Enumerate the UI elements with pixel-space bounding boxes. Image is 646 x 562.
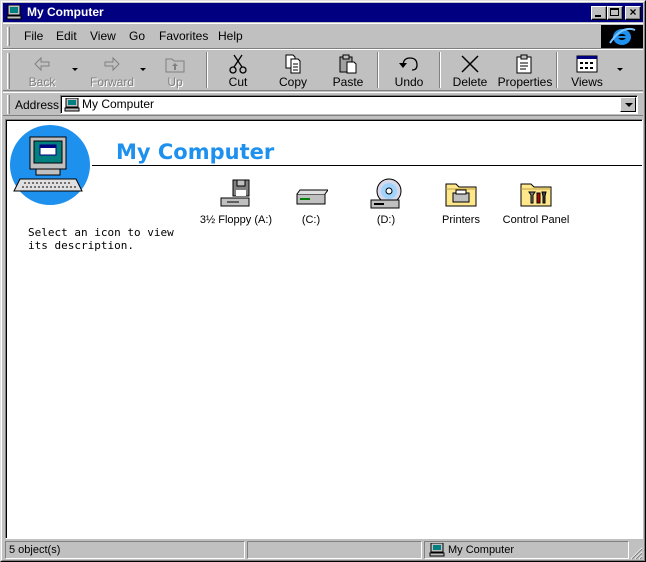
menu-bar-grip[interactable] — [7, 27, 10, 46]
menu-file[interactable]: File — [24, 29, 43, 43]
folder-item-control-panel[interactable]: Control Panel — [496, 178, 576, 227]
title-bar[interactable]: My Computer × — [3, 3, 643, 22]
paste-button[interactable]: Paste — [322, 52, 374, 90]
undo-label: Undo — [394, 75, 424, 89]
copy-pages-icon — [285, 54, 301, 74]
paste-label: Paste — [332, 75, 364, 89]
cut-label: Cut — [228, 75, 248, 89]
address-label: Address — [15, 98, 60, 112]
internet-explorer-logo — [601, 25, 643, 48]
close-icon: × — [629, 5, 637, 19]
cd-drive-icon — [370, 178, 402, 209]
delete-label: Delete — [452, 75, 488, 89]
up-folder-icon — [165, 58, 185, 73]
menu-bar: File Edit View Go Favorites Help — [3, 23, 643, 49]
drive-label: (C:) — [301, 214, 321, 226]
printers-folder-icon — [445, 183, 477, 207]
back-arrow-icon — [34, 56, 50, 72]
status-location: My Computer — [448, 544, 515, 556]
back-dropdown-arrow-icon[interactable] — [72, 68, 78, 71]
delete-x-icon — [461, 55, 479, 73]
menu-favorites[interactable]: Favorites — [159, 29, 208, 43]
forward-arrow-icon — [104, 56, 120, 72]
folder-view[interactable]: My Computer Select an icon to view its d… — [5, 119, 643, 539]
folder-item-printers[interactable]: Printers — [421, 178, 501, 227]
control-panel-folder-icon — [520, 183, 552, 207]
toolbar-separator — [439, 52, 441, 88]
up-label: Up — [167, 75, 183, 89]
my-computer-icon — [6, 5, 22, 20]
ie-logo-icon — [609, 27, 636, 45]
toolbar-grip[interactable] — [7, 53, 10, 89]
explorer-window: My Computer × File Edit View Go Favorite… — [0, 0, 646, 562]
undo-arrow-icon — [399, 57, 418, 71]
properties-label: Properties — [497, 75, 553, 89]
delete-button[interactable]: Delete — [448, 52, 492, 90]
address-dropdown-button[interactable] — [620, 97, 636, 112]
maximize-button[interactable] — [607, 6, 623, 20]
my-computer-small-icon — [429, 543, 445, 557]
forward-button[interactable]: Forward — [85, 52, 139, 90]
resize-grip-icon[interactable] — [629, 546, 643, 560]
chevron-down-icon — [625, 103, 633, 107]
drive-item-d[interactable]: (D:) — [346, 178, 426, 227]
menu-view[interactable]: View — [90, 29, 116, 43]
drive-label: (D:) — [376, 214, 396, 226]
status-panel-count: 5 object(s) — [5, 541, 245, 559]
hard-drive-icon — [296, 189, 328, 205]
scissors-icon — [229, 54, 247, 74]
status-bar: 5 object(s) My Computer — [3, 540, 643, 560]
item-description: Select an icon to view its description. — [28, 226, 174, 252]
floppy-drive-icon — [220, 179, 250, 207]
toolbar-separator — [206, 52, 208, 88]
drive-label: 3½ Floppy (A:) — [199, 214, 273, 226]
views-label: Views — [571, 75, 603, 89]
forward-label: Forward — [89, 75, 134, 89]
back-button[interactable]: Back — [17, 52, 67, 90]
drive-item-floppy[interactable]: 3½ Floppy (A:) — [196, 178, 276, 227]
heading-divider — [92, 165, 642, 166]
clipboard-paste-icon — [339, 54, 357, 74]
folder-heading: My Computer — [116, 140, 275, 164]
address-bar: Address My Computer — [3, 92, 643, 116]
folder-label: Control Panel — [502, 214, 570, 226]
up-button[interactable]: Up — [153, 52, 197, 90]
my-computer-large-icon — [10, 125, 90, 205]
drive-item-c[interactable]: (C:) — [271, 178, 351, 227]
cut-button[interactable]: Cut — [215, 52, 261, 90]
views-icon — [576, 55, 598, 73]
views-dropdown-arrow-icon[interactable] — [617, 68, 623, 71]
address-field[interactable]: My Computer — [60, 95, 638, 114]
maximize-icon — [610, 8, 619, 16]
copy-label: Copy — [278, 75, 307, 89]
my-computer-small-icon — [64, 98, 80, 112]
menu-go[interactable]: Go — [129, 29, 145, 43]
object-count: 5 object(s) — [9, 544, 61, 556]
address-value: My Computer — [82, 97, 155, 111]
views-button[interactable]: Views — [565, 52, 609, 90]
folder-label: Printers — [442, 214, 480, 226]
close-button[interactable]: × — [625, 5, 641, 20]
toolbar-separator — [556, 52, 558, 88]
back-label: Back — [28, 75, 56, 89]
properties-button[interactable]: Properties — [495, 52, 555, 90]
window-title: My Computer — [27, 5, 104, 19]
standard-toolbar: Back Forward Up Cut Copy Paste Undo Dele… — [3, 49, 643, 91]
menu-help[interactable]: Help — [218, 29, 243, 43]
minimize-icon — [595, 15, 601, 17]
undo-button[interactable]: Undo — [386, 52, 432, 90]
minimize-button[interactable] — [591, 6, 607, 20]
copy-button[interactable]: Copy — [267, 52, 319, 90]
status-panel-location: My Computer — [424, 541, 629, 559]
toolbar-separator — [377, 52, 379, 88]
menu-edit[interactable]: Edit — [56, 29, 77, 43]
forward-dropdown-arrow-icon[interactable] — [140, 68, 146, 71]
address-bar-grip[interactable] — [7, 95, 10, 114]
status-panel-empty — [247, 541, 422, 559]
properties-icon — [516, 54, 532, 74]
